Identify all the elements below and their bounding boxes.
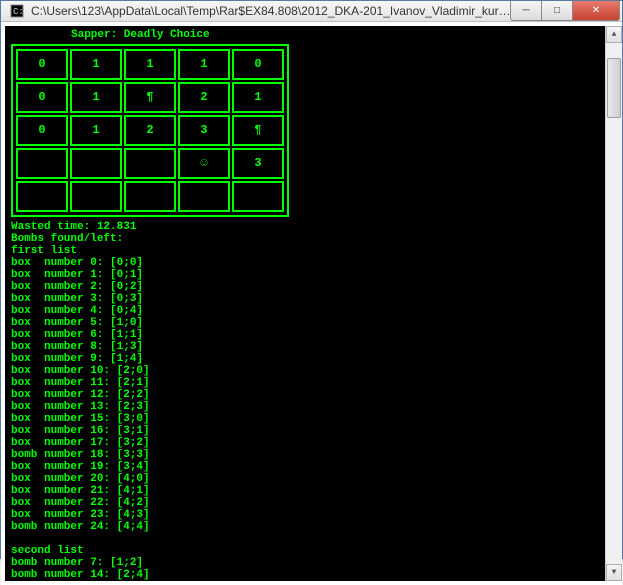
grid-cell[interactable] (124, 148, 176, 179)
list-item: box number 1: [0;1] (11, 269, 605, 281)
list-item: box number 8: [1;3] (11, 341, 605, 353)
grid-row: 01¶21 (15, 81, 285, 114)
list-item: box number 21: [4;1] (11, 485, 605, 497)
second-list: bomb number 7: [1;2]bomb number 14: [2;4… (11, 557, 605, 581)
titlebar[interactable]: C: C:\Users\123\AppData\Local\Temp\Rar$E… (1, 1, 622, 22)
list-item: box number 13: [2;3] (11, 401, 605, 413)
list-item: box number 12: [2;2] (11, 389, 605, 401)
wasted-time: Wasted time: 12.831 (11, 221, 605, 233)
list-item: box number 16: [3;1] (11, 425, 605, 437)
grid-cell[interactable]: ☺ (178, 148, 230, 179)
grid-row: 01110 (15, 48, 285, 81)
list-item: box number 11: [2;1] (11, 377, 605, 389)
list-item: box number 22: [4;2] (11, 497, 605, 509)
svg-text:C:: C: (13, 7, 24, 17)
scroll-track[interactable] (606, 43, 622, 564)
vertical-scrollbar[interactable]: ▲ ▼ (605, 26, 622, 581)
grid-cell[interactable] (70, 181, 122, 212)
grid-cell[interactable] (16, 148, 68, 179)
second-list-header: second list (11, 545, 605, 557)
grid-cell[interactable]: 1 (70, 82, 122, 113)
grid-row: ☺3 (15, 147, 285, 180)
grid-cell[interactable]: 0 (16, 82, 68, 113)
list-item: box number 6: [1;1] (11, 329, 605, 341)
scroll-up-button[interactable]: ▲ (606, 26, 622, 43)
scroll-down-button[interactable]: ▼ (606, 564, 622, 581)
game-title: Sapper: Deadly Choice (11, 30, 605, 41)
grid-cell[interactable]: 0 (16, 49, 68, 80)
console-output: Sapper: Deadly Choice 0111001¶210123¶☺3 … (5, 26, 605, 581)
list-item: box number 5: [1;0] (11, 317, 605, 329)
client-area: Sapper: Deadly Choice 0111001¶210123¶☺3 … (1, 22, 622, 585)
grid-cell[interactable] (124, 181, 176, 212)
grid-cell[interactable]: 2 (124, 115, 176, 146)
list-item: box number 9: [1;4] (11, 353, 605, 365)
list-item: box number 4: [0;4] (11, 305, 605, 317)
grid-cell[interactable]: 1 (124, 49, 176, 80)
minimize-button[interactable]: ─ (510, 1, 542, 21)
list-item: box number 23: [4;3] (11, 509, 605, 521)
list-item: box number 19: [3;4] (11, 461, 605, 473)
grid-cell[interactable]: 2 (178, 82, 230, 113)
list-item: bomb number 14: [2;4] (11, 569, 605, 581)
list-item: box number 20: [4;0] (11, 473, 605, 485)
grid-cell[interactable]: 1 (70, 115, 122, 146)
grid-cell[interactable]: 1 (70, 49, 122, 80)
app-icon: C: (9, 3, 25, 19)
list-item: bomb number 24: [4;4] (11, 521, 605, 533)
grid-cell[interactable] (16, 181, 68, 212)
grid-cell[interactable]: 0 (16, 115, 68, 146)
list-item: box number 0: [0;0] (11, 257, 605, 269)
grid-cell[interactable] (178, 181, 230, 212)
grid-cell[interactable] (232, 181, 284, 212)
first-list-header: first list (11, 245, 605, 257)
grid-cell[interactable]: 3 (232, 148, 284, 179)
list-item: box number 2: [0;2] (11, 281, 605, 293)
maximize-button[interactable]: □ (541, 1, 573, 21)
grid-cell[interactable]: ¶ (124, 82, 176, 113)
list-item: bomb number 18: [3;3] (11, 449, 605, 461)
list-item: box number 10: [2;0] (11, 365, 605, 377)
first-list: box number 0: [0;0]box number 1: [0;1]bo… (11, 257, 605, 533)
grid-cell[interactable]: 0 (232, 49, 284, 80)
blank-line (11, 533, 605, 545)
window-controls: ─ □ ✕ (511, 1, 622, 21)
list-item: box number 3: [0;3] (11, 293, 605, 305)
grid-row (15, 180, 285, 213)
scroll-thumb[interactable] (607, 58, 621, 118)
list-item: box number 17: [3;2] (11, 437, 605, 449)
grid-cell[interactable]: 1 (232, 82, 284, 113)
grid-cell[interactable]: 3 (178, 115, 230, 146)
list-item: box number 15: [3;0] (11, 413, 605, 425)
close-button[interactable]: ✕ (572, 1, 620, 21)
app-window: C: C:\Users\123\AppData\Local\Temp\Rar$E… (0, 0, 623, 559)
bombs-status: Bombs found/left: (11, 233, 605, 245)
grid-row: 0123¶ (15, 114, 285, 147)
window-title: C:\Users\123\AppData\Local\Temp\Rar$EX84… (31, 4, 511, 18)
grid-cell[interactable]: 1 (178, 49, 230, 80)
game-grid: 0111001¶210123¶☺3 (11, 44, 289, 217)
grid-cell[interactable]: ¶ (232, 115, 284, 146)
grid-cell[interactable] (70, 148, 122, 179)
